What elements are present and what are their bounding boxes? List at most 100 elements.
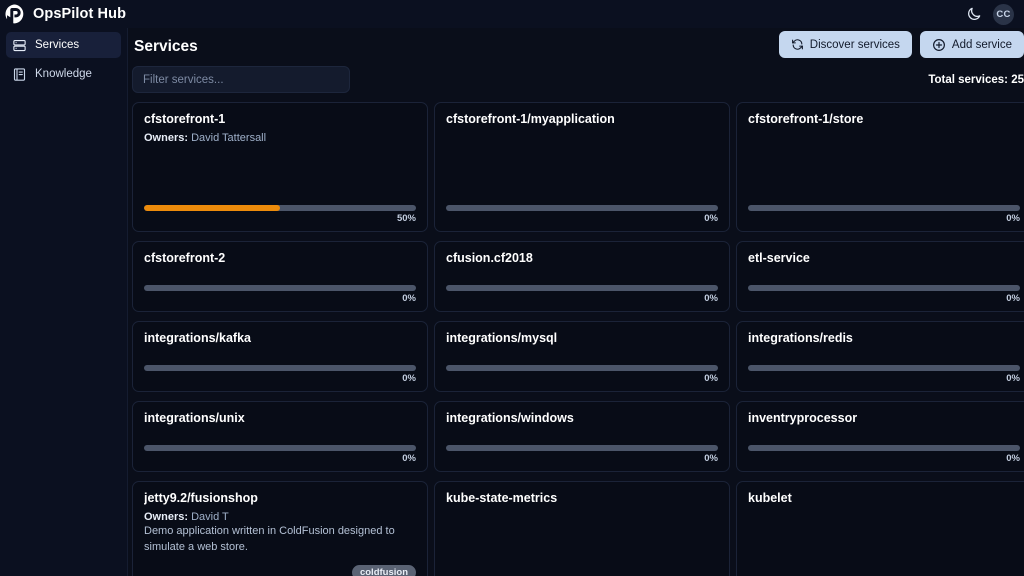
- service-card[interactable]: integrations/windows 0%: [434, 401, 730, 472]
- service-card-title: integrations/unix: [144, 411, 245, 425]
- service-card-footer: 0%: [748, 205, 1020, 224]
- service-progress-track: [748, 205, 1020, 211]
- service-card-footer: coldfusion100%: [144, 565, 416, 576]
- body-row: Services Knowledge Discover services Add…: [0, 28, 1024, 576]
- server-stack-icon: [13, 39, 26, 51]
- topbar-actions: CC: [965, 3, 1014, 25]
- sidebar-item-knowledge[interactable]: Knowledge: [6, 61, 121, 87]
- service-card[interactable]: cfusion.cf2018 0%: [434, 241, 730, 312]
- service-card[interactable]: cfstorefront-1/store 0%: [736, 102, 1024, 232]
- service-card[interactable]: kubelet0%: [736, 481, 1024, 576]
- service-card-title: cfstorefront-1: [144, 112, 226, 126]
- service-card-footer: 0%: [446, 365, 718, 384]
- service-card-footer: 0%: [144, 445, 416, 464]
- service-progress-track: [144, 285, 416, 291]
- service-card-title: etl-service: [748, 251, 810, 265]
- service-card-title: cfstorefront-2: [144, 251, 226, 265]
- service-progress-label: 0%: [402, 293, 416, 304]
- total-services-count: Total services: 25: [928, 73, 1024, 86]
- service-progress-label: 0%: [704, 293, 718, 304]
- service-progress-label: 0%: [1006, 453, 1020, 464]
- service-card-footer: 0%: [446, 445, 718, 464]
- service-progress-track: [748, 365, 1020, 371]
- service-owners-value: David T: [191, 511, 229, 523]
- service-progress-label: 0%: [402, 373, 416, 384]
- discover-services-button[interactable]: Discover services: [778, 31, 912, 58]
- service-owners-label: Owners:: [144, 132, 189, 144]
- discover-services-label: Discover services: [809, 38, 900, 51]
- services-grid-scroll[interactable]: cfstorefront-1 Owners: David Tattersall 50…: [132, 102, 1024, 576]
- app-root: OpsPilot Hub CC Services Knowledge Disco…: [0, 0, 1024, 576]
- service-progress-track: [446, 445, 718, 451]
- service-card-title: jetty9.2/fusionshop: [144, 491, 258, 505]
- service-card-title: cfusion.cf2018: [446, 251, 533, 265]
- sidebar-item-label: Knowledge: [35, 68, 92, 80]
- sidebar: Services Knowledge: [0, 28, 128, 576]
- service-progress-track: [446, 285, 718, 291]
- brand-name: OpsPilot Hub: [33, 6, 127, 22]
- service-card-title: integrations/redis: [748, 331, 853, 345]
- service-card[interactable]: etl-service 0%: [736, 241, 1024, 312]
- service-progress-track: [144, 445, 416, 451]
- service-progress-label: 0%: [704, 453, 718, 464]
- service-progress-track: [446, 205, 718, 211]
- service-card-title: cfstorefront-1/store: [748, 112, 864, 126]
- service-card-title: integrations/windows: [446, 411, 574, 425]
- filter-row: Total services: 25: [132, 66, 1024, 93]
- service-card[interactable]: integrations/unix 0%: [132, 401, 428, 472]
- service-card-title: integrations/kafka: [144, 331, 251, 345]
- header-actions: Discover services Add service: [778, 31, 1024, 58]
- service-card-title: kube-state-metrics: [446, 491, 558, 505]
- service-tags: coldfusion: [144, 565, 416, 576]
- service-card-footer: 0%: [144, 285, 416, 304]
- service-progress-label: 0%: [704, 213, 718, 224]
- service-card[interactable]: cfstorefront-1/myapplication 0%: [434, 102, 730, 232]
- service-progress-label: 0%: [1006, 373, 1020, 384]
- service-card-footer: 0%: [748, 365, 1020, 384]
- service-owners-label: Owners:: [144, 511, 189, 523]
- opspilot-logo-icon: [5, 4, 24, 24]
- add-service-label: Add service: [951, 38, 1012, 51]
- service-card-footer: 0%: [144, 365, 416, 384]
- brand[interactable]: OpsPilot Hub: [4, 3, 126, 25]
- service-progress-label: 0%: [1006, 293, 1020, 304]
- top-bar: OpsPilot Hub CC: [0, 0, 1024, 28]
- refresh-icon: [791, 39, 803, 50]
- service-progress-fill: [144, 205, 280, 211]
- service-card-footer: 0%: [748, 285, 1020, 304]
- service-progress-label: 50%: [396, 213, 416, 224]
- service-progress-label: 0%: [402, 453, 416, 464]
- avatar[interactable]: CC: [993, 3, 1014, 25]
- add-service-button[interactable]: Add service: [919, 31, 1024, 58]
- filter-services-input[interactable]: [132, 66, 350, 93]
- service-progress-label: 0%: [1006, 213, 1020, 224]
- service-card-title: kubelet: [748, 491, 792, 505]
- plus-circle-icon: [932, 38, 945, 51]
- service-progress-track: [748, 285, 1020, 291]
- main-content: Discover services Add service Services T…: [128, 28, 1024, 576]
- sidebar-item-label: Services: [35, 39, 80, 51]
- service-card[interactable]: kube-state-metrics0%: [434, 481, 730, 576]
- service-card[interactable]: integrations/mysql 0%: [434, 321, 730, 392]
- book-icon: [13, 67, 26, 81]
- service-card-title: integrations/mysql: [446, 331, 558, 345]
- service-card[interactable]: inventryprocessor 0%: [736, 401, 1024, 472]
- service-card-title: inventryprocessor: [748, 411, 858, 425]
- service-card[interactable]: integrations/redis 0%: [736, 321, 1024, 392]
- sidebar-item-services[interactable]: Services: [6, 32, 121, 58]
- services-grid: cfstorefront-1 Owners: David Tattersall 50…: [132, 102, 1024, 576]
- service-progress-track: [144, 205, 416, 211]
- service-tag[interactable]: coldfusion: [351, 565, 416, 576]
- service-card[interactable]: cfstorefront-1 Owners: David Tattersall 50…: [132, 102, 428, 232]
- moon-icon[interactable]: [965, 5, 983, 23]
- service-description: Demo application written in ColdFusion d…: [144, 525, 395, 553]
- service-card-footer: 0%: [446, 285, 718, 304]
- service-card[interactable]: integrations/kafka 0%: [132, 321, 428, 392]
- service-card-footer: 0%: [446, 205, 718, 224]
- service-card[interactable]: cfstorefront-2 0%: [132, 241, 428, 312]
- service-progress-track: [144, 365, 416, 371]
- service-owners: Owners: David Tattersall: [144, 132, 416, 144]
- service-progress-label: 0%: [704, 373, 718, 384]
- service-card[interactable]: jetty9.2/fusionshop Owners: David T Demo a…: [132, 481, 428, 576]
- service-progress-track: [446, 365, 718, 371]
